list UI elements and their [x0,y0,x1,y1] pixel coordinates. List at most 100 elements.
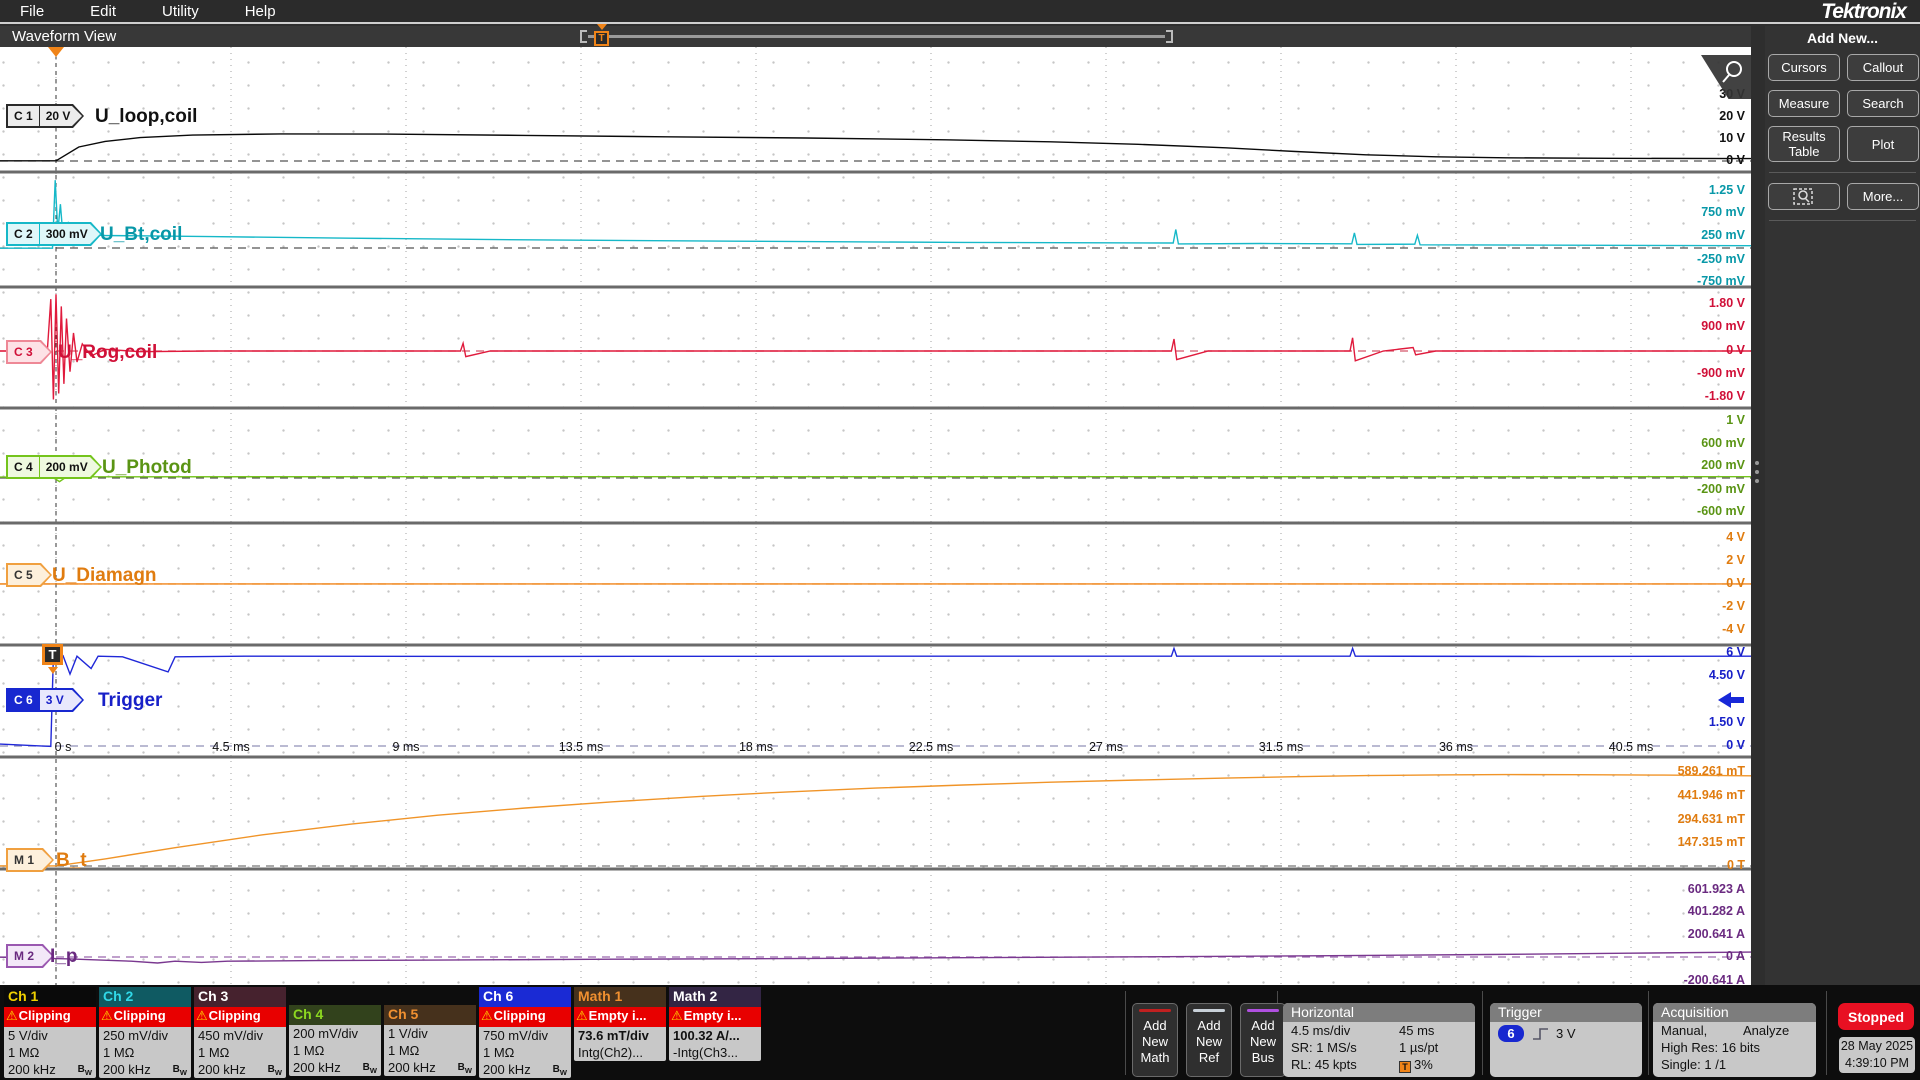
waveform-plot[interactable]: 30 V20 V10 V0 V1.25 V750 mV250 mV-250 mV… [0,47,1751,985]
channel-name-label[interactable]: U_Photod [102,457,192,479]
channel-id: C 2 [8,224,40,244]
channel-name-label[interactable]: U_Bt,coil [100,224,182,246]
panel-separator [1769,172,1916,173]
rising-edge-icon [1532,1027,1550,1041]
panel-separator [1769,220,1916,221]
cursors-button[interactable]: Cursors [1768,54,1840,81]
badge-row: 1 MΩ [289,1042,381,1059]
channel-settings-badge-math2[interactable]: Math 2⚠Empty i...100.32 A/...-Intg(Ch3..… [669,987,761,1061]
scale-label: -200 mV [1697,482,1745,496]
channel-id: C 3 [8,342,39,362]
overview-trigger-triangle-icon [597,24,607,30]
menu-edit[interactable]: Edit [90,3,116,20]
channel-flag-badge[interactable]: M 2 [6,944,54,968]
acquisition-overview-bar[interactable]: T [588,35,1165,39]
channel-id: C 5 [8,565,39,585]
badge-row: 1 MΩ [99,1044,191,1061]
channel-name-label[interactable]: U_Rog,coil [58,342,157,364]
badge-row: 450 mV/div [194,1027,286,1044]
scale-label: 4 V [1726,530,1745,544]
trigger-panel[interactable]: Trigger 6 3 V [1490,1003,1642,1077]
marquee-zoom-button[interactable] [1768,183,1840,210]
horizontal-panel-title: Horizontal [1283,1003,1475,1022]
warning-row: ⚠Empty i... [574,1007,666,1027]
scale-label: 1.80 V [1709,296,1745,310]
menu-help[interactable]: Help [245,3,276,20]
channel-name-label[interactable]: I_p [50,946,77,968]
overview-right-bracket[interactable] [1166,30,1173,43]
badge-row: 1 MΩ [4,1044,96,1061]
trigger-position-triangle-icon[interactable] [48,47,64,57]
overview-left-bracket[interactable] [580,30,587,43]
acquisition-count: Single: 1 /1 [1661,1056,1726,1073]
overview-trigger-flag-icon[interactable]: T [594,31,609,46]
badge-row: 1 MΩ [384,1042,476,1059]
channel-flag-badge[interactable]: C 1 20 V [6,104,84,128]
bandwidth-icon: BW [363,1059,377,1076]
add-new-math-button[interactable]: AddNewMath [1132,1003,1178,1077]
channel-name-label[interactable]: U_loop,coil [95,106,197,128]
search-button[interactable]: Search [1847,90,1919,117]
channel-flag-badge[interactable]: C 6 3 V [6,688,84,712]
time-axis-label: 40.5 ms [1609,740,1653,754]
badge-row: 73.6 mT/div [574,1027,666,1044]
channel-settings-badge-ch5[interactable]: Ch 51 V/div1 MΩ200 kHzBW [384,1005,476,1076]
channel-settings-badge-ch4[interactable]: Ch 4200 mV/div1 MΩ200 kHzBW [289,1005,381,1076]
menu-utility[interactable]: Utility [162,3,199,20]
scale-label: 0 V [1726,343,1745,357]
waveform-view-title: Waveform View [12,28,116,45]
marquee-zoom-icon [1792,187,1816,207]
channel-flag-badge[interactable]: C 3 [6,340,52,364]
channel-name-label[interactable]: U_Diamagn [52,565,157,587]
add-new-heading: Add New... [1765,30,1920,46]
bandwidth-icon: BW [553,1061,567,1078]
channel-id: M 2 [8,946,40,966]
badge-title: Math 2 [669,987,761,1007]
warning-row: ⚠Clipping [4,1007,96,1027]
scale-label: 750 mV [1701,205,1745,219]
scale-label: -4 V [1722,622,1745,636]
more-button[interactable]: More... [1847,183,1919,210]
channel-flag-badge[interactable]: C 5 [6,563,52,587]
scale-label: 1.50 V [1709,715,1745,729]
channel-flag-badge[interactable]: M 1 [6,848,54,872]
add-new-ref-button[interactable]: AddNewRef [1186,1003,1232,1077]
measure-button[interactable]: Measure [1768,90,1840,117]
divider [1125,991,1126,1075]
channel-flag-badge[interactable]: C 4 200 mV [6,455,102,479]
add-new-bus-button[interactable]: AddNewBus [1240,1003,1286,1077]
channel-flag-badge[interactable]: C 2 300 mV [6,222,102,246]
badge-row: 200 kHzBW [194,1061,286,1078]
panel-splitter[interactable] [1751,26,1765,985]
trigger-event-marker-icon[interactable]: T [42,644,63,665]
scale-label: -1.80 V [1705,389,1745,403]
channel-scale: 200 mV [40,457,94,477]
channel-settings-badge-ch3[interactable]: Ch 3⚠Clipping450 mV/div1 MΩ200 kHzBW [194,987,286,1078]
datetime-display: 28 May 2025 4:39:10 PM [1839,1037,1915,1073]
channel-settings-badge-ch1[interactable]: Ch 1⚠Clipping5 V/div1 MΩ200 kHzBW [4,987,96,1078]
tektronix-logo: Tektronix [1821,0,1906,24]
time-axis-label: 18 ms [739,740,773,754]
scale-label: 6 V [1726,645,1745,659]
horizontal-panel[interactable]: Horizontal 4.5 ms/div45 ms SR: 1 MS/s1 µ… [1283,1003,1475,1077]
badge-title: Ch 4 [289,1005,381,1025]
channel-settings-badge-ch2[interactable]: Ch 2⚠Clipping250 mV/div1 MΩ200 kHzBW [99,987,191,1078]
callout-button[interactable]: Callout [1847,54,1919,81]
menu-file[interactable]: File [20,3,44,20]
channel-settings-badge-ch6[interactable]: Ch 6⚠Clipping750 mV/div1 MΩ200 kHzBW [479,987,571,1078]
acquisition-panel[interactable]: Acquisition Manual,Analyze High Res: 16 … [1653,1003,1816,1077]
channel-name-label[interactable]: Trigger [98,690,162,712]
scale-label: 1.25 V [1709,183,1745,197]
channel-settings-badge-math1[interactable]: Math 1⚠Empty i...73.6 mT/divIntg(Ch2)... [574,987,666,1061]
warning-row: ⚠Clipping [479,1007,571,1027]
bandwidth-icon: BW [78,1061,92,1078]
results-table-button[interactable]: Results Table [1768,126,1840,162]
plot-button[interactable]: Plot [1847,126,1919,162]
channel-id: C 1 [8,106,40,126]
warning-icon: ⚠ [576,1008,588,1023]
badge-row: -Intg(Ch3... [669,1044,761,1061]
trigger-level-arrow-tail [1730,697,1744,703]
run-stop-status-button[interactable]: Stopped [1838,1003,1914,1030]
trigger-level-arrow-icon[interactable] [1718,692,1744,708]
channel-name-label[interactable]: B_t [56,850,87,872]
